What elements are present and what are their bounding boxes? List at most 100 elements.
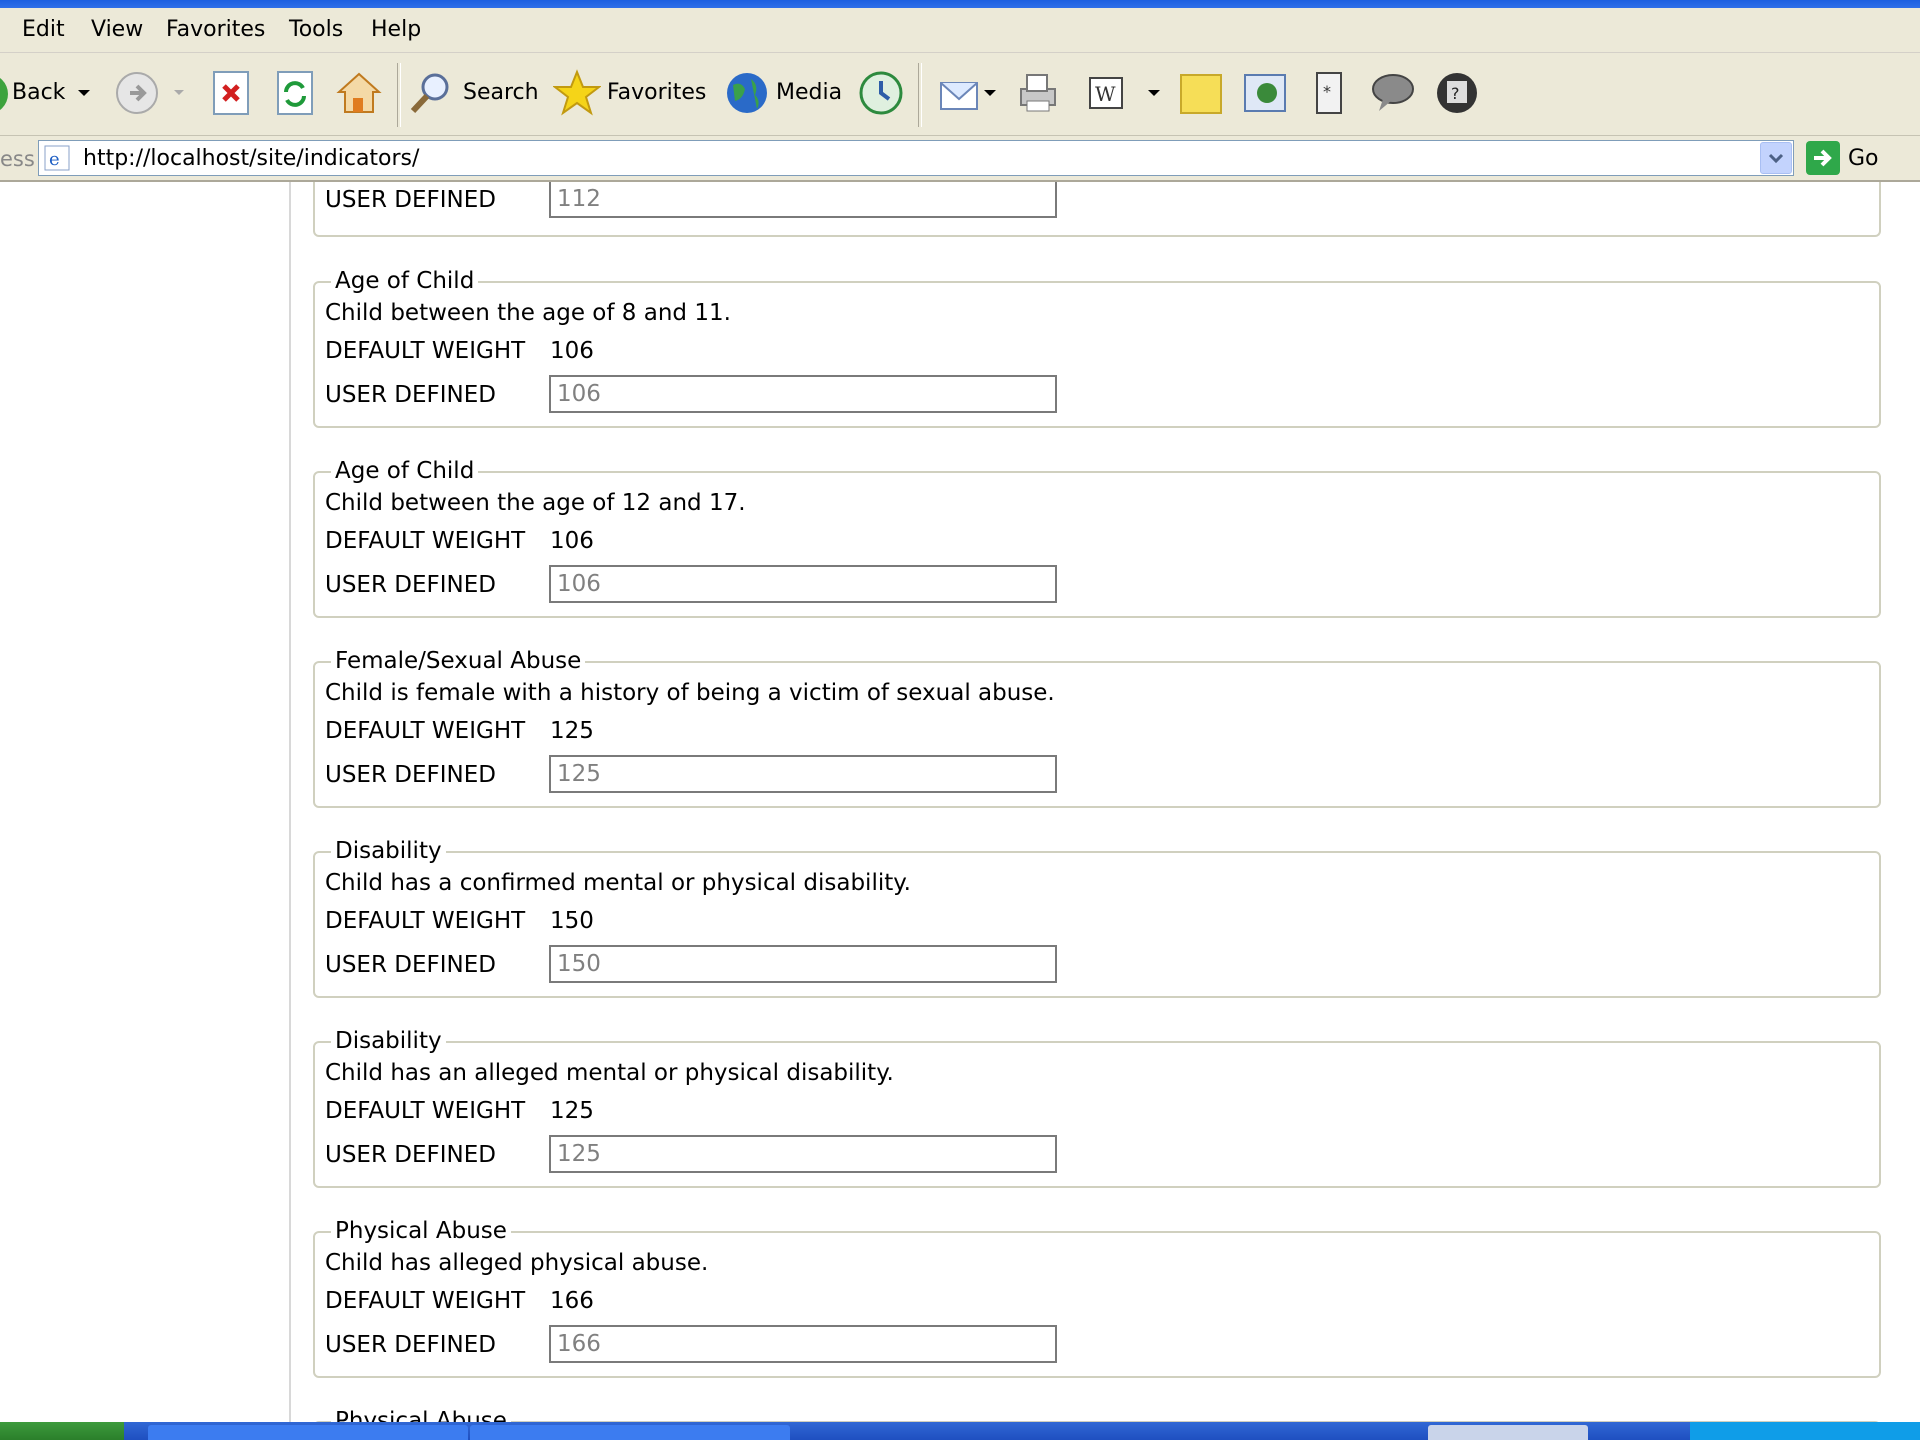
go-button[interactable]: Go — [1806, 140, 1906, 176]
menu-tools[interactable]: Tools — [289, 17, 343, 42]
default-weight-label: DEFAULT WEIGHT — [325, 908, 526, 934]
indicator-description: Child has alleged physical abuse. — [325, 1250, 709, 1276]
svg-text:?: ? — [1451, 84, 1460, 103]
favorites-star-icon[interactable] — [552, 68, 602, 118]
back-arrow-icon — [0, 74, 8, 114]
default-weight-value: 150 — [550, 908, 594, 934]
indicator-fieldset: Disability Child has an alleged mental o… — [313, 1028, 1881, 1188]
user-defined-input[interactable] — [549, 565, 1057, 603]
address-label: ess — [0, 147, 35, 171]
svg-text:e: e — [49, 149, 60, 170]
indicator-description: Child between the age of 8 and 11. — [325, 300, 731, 326]
indicator-fieldset: Female/Sexual Abuse Child is female with… — [313, 648, 1881, 808]
user-defined-input[interactable] — [549, 755, 1057, 793]
svg-text:*: * — [1323, 82, 1331, 101]
default-weight-value: 166 — [550, 1288, 594, 1314]
default-weight-label: DEFAULT WEIGHT — [325, 528, 526, 554]
default-weight-label: DEFAULT WEIGHT — [325, 338, 526, 364]
page-ie-icon: e — [44, 145, 72, 175]
menu-view[interactable]: View — [91, 17, 143, 42]
edit-dropdown-icon[interactable] — [1142, 68, 1166, 118]
menu-favorites[interactable]: Favorites — [166, 17, 265, 42]
history-icon[interactable] — [856, 68, 906, 118]
indicator-fieldset: Age of Child Child between the age of 8 … — [313, 268, 1881, 428]
research-icon[interactable]: ? — [1432, 68, 1482, 118]
refresh-icon[interactable] — [270, 68, 320, 118]
taskbar-button[interactable] — [148, 1425, 468, 1440]
sticky-note-icon[interactable] — [1176, 68, 1226, 118]
search-icon[interactable] — [406, 68, 456, 118]
svg-text:W: W — [1095, 82, 1116, 106]
user-defined-input[interactable] — [549, 1325, 1057, 1363]
indicator-legend: Physical Abuse — [331, 1218, 511, 1244]
user-defined-input[interactable] — [549, 375, 1057, 413]
indicator-legend: Disability — [331, 838, 446, 864]
indicator-legend: Physical Abuse — [331, 1408, 511, 1422]
device-icon[interactable]: * — [1304, 68, 1354, 118]
sidebar-divider — [289, 182, 291, 1422]
indicator-description: Child has an alleged mental or physical … — [325, 1060, 894, 1086]
address-url[interactable]: http://localhost/site/indicators/ — [83, 146, 419, 171]
user-defined-label: USER DEFINED — [325, 952, 496, 978]
taskbar-button[interactable] — [470, 1425, 790, 1440]
indicator-legend: Age of Child — [331, 268, 479, 294]
indicator-description: Child between the age of 12 and 17. — [325, 490, 746, 516]
start-button[interactable] — [0, 1422, 124, 1440]
indicator-fieldset-partial-top: USER DEFINED — [313, 182, 1881, 237]
address-field[interactable]: e http://localhost/site/indicators/ — [38, 140, 1794, 176]
menu-bar: Edit View Favorites Tools Help — [0, 8, 1920, 53]
back-label: Back — [12, 80, 66, 105]
taskbar-button[interactable] — [1428, 1425, 1588, 1440]
go-arrow-icon — [1806, 141, 1840, 175]
default-weight-value: 106 — [550, 528, 594, 554]
edit-word-icon[interactable]: W — [1082, 68, 1132, 118]
indicator-legend: Disability — [331, 1028, 446, 1054]
user-defined-label: USER DEFINED — [325, 1142, 496, 1168]
toolbar-separator-2 — [918, 63, 922, 127]
forward-icon[interactable] — [112, 68, 162, 118]
indicator-legend: Age of Child — [331, 458, 479, 484]
media-label[interactable]: Media — [776, 80, 842, 105]
user-defined-label: USER DEFINED — [325, 382, 496, 408]
menu-help[interactable]: Help — [371, 17, 421, 42]
indicator-fieldset: Physical Abuse Child has alleged physica… — [313, 1218, 1881, 1378]
indicator-description: Child has a confirmed mental or physical… — [325, 870, 911, 896]
back-dropdown-icon[interactable] — [72, 68, 96, 118]
user-defined-label: USER DEFINED — [325, 187, 496, 213]
user-defined-input[interactable] — [549, 182, 1057, 218]
page-content: USER DEFINED Age of Child Child between … — [0, 182, 1920, 1422]
default-weight-value: 125 — [550, 1098, 594, 1124]
window-globe-icon[interactable] — [1240, 68, 1290, 118]
home-icon[interactable] — [334, 68, 384, 118]
stop-icon[interactable] — [206, 68, 256, 118]
go-label: Go — [1848, 145, 1879, 171]
print-icon[interactable] — [1012, 68, 1062, 118]
toolbar: Back Search Favorites Media W * ? — [0, 53, 1920, 136]
system-tray — [1690, 1422, 1920, 1440]
default-weight-label: DEFAULT WEIGHT — [325, 1098, 526, 1124]
address-bar: ess e http://localhost/site/indicators/ … — [0, 136, 1920, 182]
user-defined-input[interactable] — [549, 945, 1057, 983]
window-title-strip — [0, 0, 1920, 8]
indicator-fieldset: Disability Child has a confirmed mental … — [313, 838, 1881, 998]
indicator-description: Child is female with a history of being … — [325, 680, 1055, 706]
default-weight-label: DEFAULT WEIGHT — [325, 718, 526, 744]
media-globe-icon[interactable] — [722, 68, 772, 118]
search-label[interactable]: Search — [463, 80, 539, 105]
user-defined-label: USER DEFINED — [325, 572, 496, 598]
favorites-label[interactable]: Favorites — [607, 80, 706, 105]
menu-edit[interactable]: Edit — [22, 17, 65, 42]
default-weight-label: DEFAULT WEIGHT — [325, 1288, 526, 1314]
address-dropdown-icon[interactable] — [1760, 142, 1792, 174]
messenger-icon[interactable] — [1368, 68, 1418, 118]
mail-dropdown-icon[interactable] — [980, 68, 1000, 118]
user-defined-label: USER DEFINED — [325, 762, 496, 788]
forward-dropdown-icon[interactable] — [168, 68, 190, 118]
mail-icon[interactable] — [934, 68, 984, 118]
indicator-legend: Female/Sexual Abuse — [331, 648, 586, 674]
user-defined-input[interactable] — [549, 1135, 1057, 1173]
default-weight-value: 125 — [550, 718, 594, 744]
default-weight-value: 106 — [550, 338, 594, 364]
toolbar-separator — [397, 63, 401, 127]
user-defined-label: USER DEFINED — [325, 1332, 496, 1358]
